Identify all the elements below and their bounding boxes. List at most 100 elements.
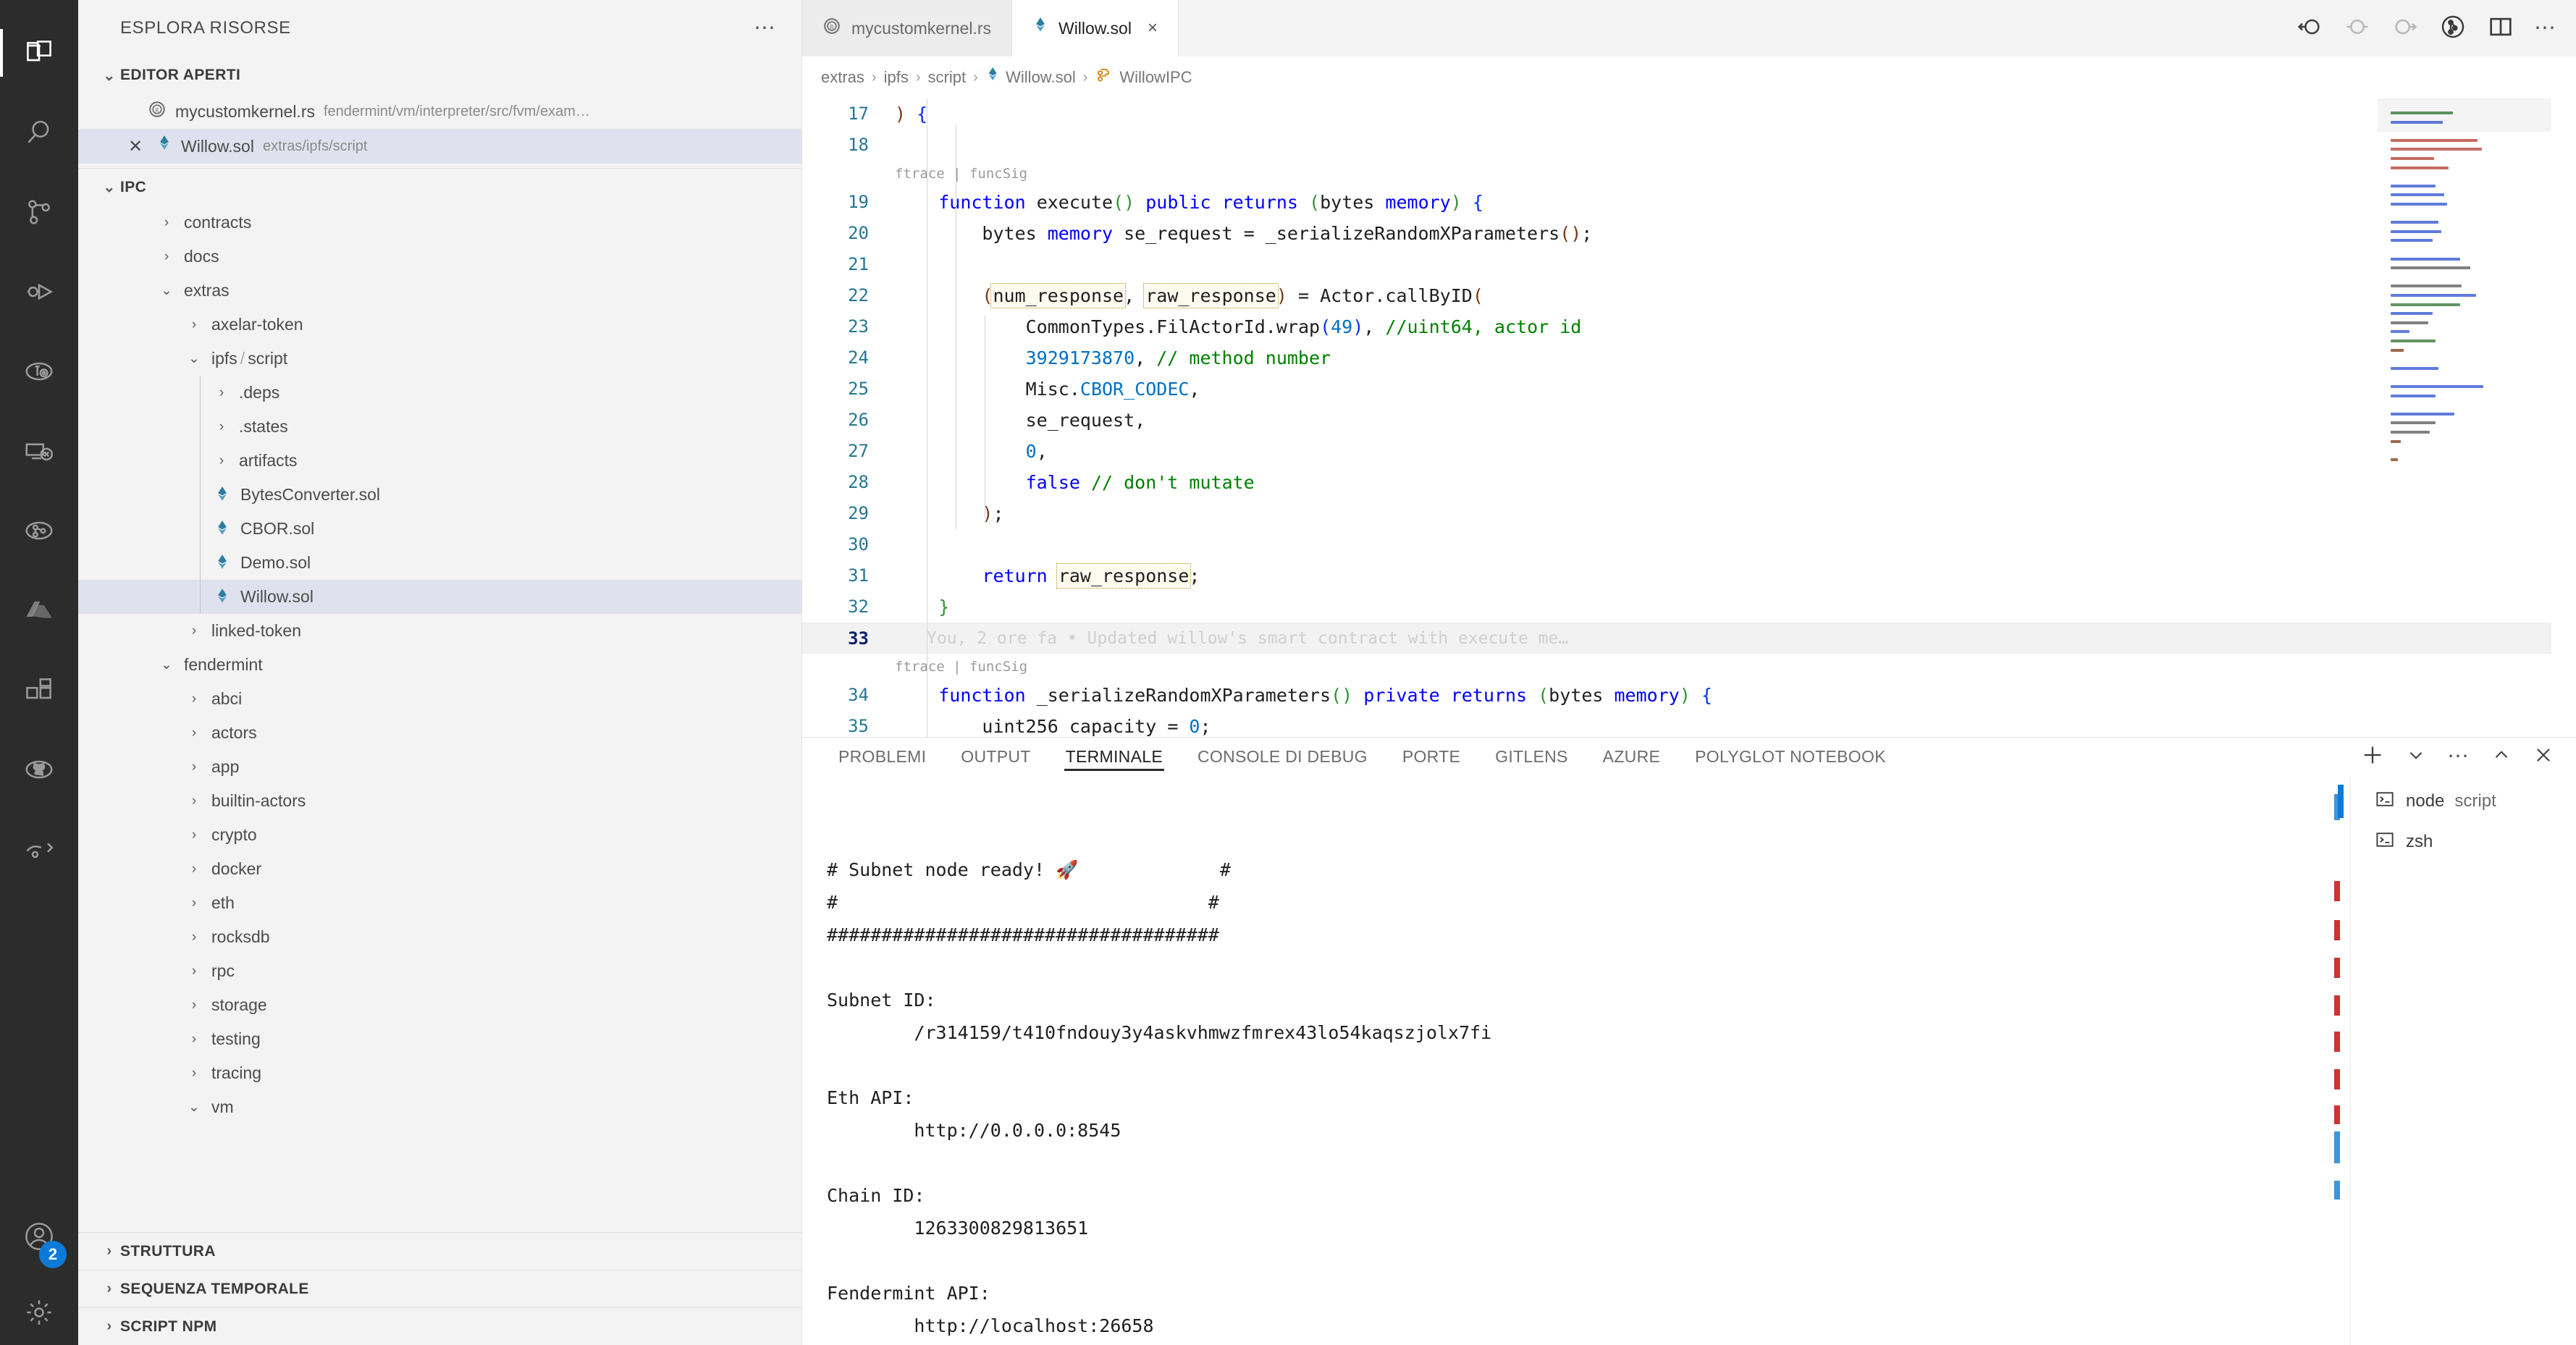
chevron-right-icon[interactable]: ›	[184, 725, 204, 741]
chevron-right-icon[interactable]: ›	[184, 827, 204, 843]
open-editor-item-mycustomkernel[interactable]: R mycustomkernel.rs fendermint/vm/interp…	[78, 94, 801, 129]
maximize-panel-icon[interactable]	[2492, 746, 2511, 768]
breadcrumb-item[interactable]: extras	[821, 68, 864, 87]
code-line[interactable]: 21	[802, 249, 2576, 280]
breadcrumb-item[interactable]: script	[928, 68, 967, 87]
breadcrumb-item[interactable]: WillowIPC	[1095, 66, 1192, 89]
code-line[interactable]: 29 );	[802, 498, 2576, 529]
section-header-npm-scripts[interactable]: › SCRIPT NPM	[78, 1307, 801, 1345]
open-editor-item-willow[interactable]: ✕ Willow.sol extras/ipfs/script	[78, 129, 801, 164]
panel-tab-console-di-debug[interactable]: CONSOLE DI DEBUG	[1180, 738, 1385, 775]
section-header-open-editors[interactable]: ⌄ EDITOR APERTI	[78, 56, 801, 94]
code-content[interactable]: 17) {18 ftrace | funcSig 19 function execu…	[802, 98, 2576, 737]
code-line[interactable]: 35 uint256 capacity = 0;	[802, 711, 2576, 737]
code-line[interactable]: 24 3929173870, // method number	[802, 342, 2576, 374]
terminal-item-node[interactable]: node script	[2338, 781, 2576, 822]
code-line[interactable]: 20 bytes memory se_request = _serializeR…	[802, 218, 2576, 249]
chevron-right-icon[interactable]: ›	[211, 385, 232, 401]
activity-item-remote-explorer[interactable]	[0, 411, 78, 491]
go-back-icon[interactable]	[2295, 12, 2324, 45]
breadcrumb-item[interactable]: Willow.sol	[985, 67, 1076, 88]
breadcrumb-item[interactable]: ipfs	[884, 68, 909, 87]
tree-folder-item[interactable]: › eth	[78, 886, 801, 920]
tree-folder-item[interactable]: › storage	[78, 988, 801, 1022]
tree-folder-item[interactable]: › builtin-actors	[78, 784, 801, 818]
chevron-right-icon[interactable]: ›	[184, 317, 204, 333]
panel-tab-polyglot-notebook[interactable]: POLYGLOT NOTEBOOK	[1678, 738, 1903, 775]
tree-folder-item[interactable]: › linked-token	[78, 614, 801, 648]
chevron-right-icon[interactable]: ›	[184, 691, 204, 707]
chevron-right-icon[interactable]: ›	[211, 453, 232, 469]
close-panel-icon[interactable]	[2533, 744, 2554, 770]
section-header-outline[interactable]: › STRUTTURA	[78, 1232, 801, 1270]
tree-folder-item[interactable]: ⌄ extras	[78, 274, 801, 308]
go-forward-icon[interactable]	[2391, 12, 2420, 45]
codelens-annotation[interactable]: ftrace | funcSig	[895, 654, 1027, 680]
chevron-right-icon[interactable]: ›	[184, 998, 204, 1013]
close-icon[interactable]: ✕	[123, 136, 148, 157]
chevron-down-icon[interactable]: ⌄	[184, 350, 204, 367]
chevron-right-icon[interactable]: ›	[184, 793, 204, 809]
code-line[interactable]: 31 return raw_response;	[802, 560, 2576, 591]
sidebar-more-actions-icon[interactable]: ⋯	[754, 17, 777, 39]
code-line[interactable]: 28 false // don't mutate	[802, 467, 2576, 498]
panel-tab-problemi[interactable]: PROBLEMI	[821, 738, 943, 775]
tree-folder-item[interactable]: › docs	[78, 240, 801, 274]
tree-folder-item[interactable]: › docker	[78, 852, 801, 886]
panel-tab-porte[interactable]: PORTE	[1385, 738, 1478, 775]
tree-folder-item[interactable]: › .deps	[78, 376, 801, 410]
chevron-right-icon[interactable]: ›	[184, 1032, 204, 1047]
tree-folder-item[interactable]: › contracts	[78, 206, 801, 240]
activity-item-source-control[interactable]	[0, 172, 78, 252]
tree-folder-item[interactable]: › app	[78, 750, 801, 784]
panel-tab-output[interactable]: OUTPUT	[943, 738, 1048, 775]
terminal-scrollbar[interactable]	[2327, 775, 2350, 1345]
activity-item-gitlens[interactable]	[0, 491, 78, 570]
tab-mycustomkernel[interactable]: R mycustomkernel.rs	[802, 0, 1012, 56]
panel-tab-azure[interactable]: AZURE	[1586, 738, 1678, 775]
codelens-annotation[interactable]: ftrace | funcSig	[895, 161, 1027, 187]
activity-item-testing[interactable]	[0, 332, 78, 411]
tree-file-item[interactable]: Demo.sol	[78, 546, 801, 580]
tree-folder-item[interactable]: › rocksdb	[78, 920, 801, 954]
tree-folder-item[interactable]: › abci	[78, 682, 801, 716]
section-header-timeline[interactable]: › SEQUENZA TEMPORALE	[78, 1270, 801, 1307]
editor-more-actions-icon[interactable]: ⋯	[2534, 17, 2557, 39]
code-line[interactable]: 23 CommonTypes.FilActorId.wrap(49), //ui…	[802, 311, 2576, 342]
tree-folder-item[interactable]: › testing	[78, 1022, 801, 1056]
code-line[interactable]: 32 }	[802, 591, 2576, 623]
code-line[interactable]: 26 se_request,	[802, 405, 2576, 436]
editor-scrollbar[interactable]	[2551, 98, 2576, 737]
new-terminal-icon[interactable]	[2360, 743, 2385, 771]
activity-item-manage[interactable]	[0, 1280, 78, 1345]
chevron-right-icon[interactable]: ›	[184, 861, 204, 877]
split-editor-icon[interactable]	[2486, 12, 2515, 45]
chevron-right-icon[interactable]: ›	[184, 964, 204, 979]
code-line[interactable]: 22 (num_response, raw_response) = Actor.…	[802, 280, 2576, 311]
tree-folder-item[interactable]: › actors	[78, 716, 801, 750]
chevron-down-icon[interactable]	[2407, 746, 2425, 768]
panel-more-actions-icon[interactable]: ⋯	[2447, 746, 2470, 767]
tree-file-item[interactable]: Willow.sol	[78, 580, 801, 614]
activity-item-github[interactable]	[0, 730, 78, 809]
tree-folder-item[interactable]: › rpc	[78, 954, 801, 988]
activity-item-explorer[interactable]	[0, 13, 78, 93]
tree-folder-item[interactable]: › axelar-token	[78, 308, 801, 342]
code-line[interactable]: 17) {	[802, 98, 2576, 130]
code-line[interactable]: 19 function execute() public returns (by…	[802, 187, 2576, 218]
activity-item-thunder-client[interactable]	[0, 809, 78, 889]
code-line[interactable]: 27 0,	[802, 436, 2576, 467]
chevron-down-icon[interactable]: ⌄	[184, 1099, 204, 1116]
tab-willow[interactable]: Willow.sol ×	[1011, 0, 1179, 56]
chevron-down-icon[interactable]: ⌄	[156, 282, 177, 299]
code-line[interactable]: 25 Misc.CBOR_CODEC,	[802, 374, 2576, 405]
terminal-item-zsh[interactable]: zsh	[2351, 822, 2576, 862]
tree-folder-item[interactable]: › crypto	[78, 818, 801, 852]
panel-tab-terminale[interactable]: TERMINALE	[1048, 738, 1180, 775]
tree-folder-item[interactable]: › .states	[78, 410, 801, 444]
tree-folder-item[interactable]: ⌄ vm	[78, 1090, 801, 1124]
chevron-right-icon[interactable]: ›	[184, 623, 204, 639]
chevron-down-icon[interactable]: ⌄	[156, 657, 177, 673]
gitlens-inspect-icon[interactable]	[2438, 12, 2467, 45]
code-line[interactable]: 34 function _serializeRandomXParameters(…	[802, 680, 2576, 711]
